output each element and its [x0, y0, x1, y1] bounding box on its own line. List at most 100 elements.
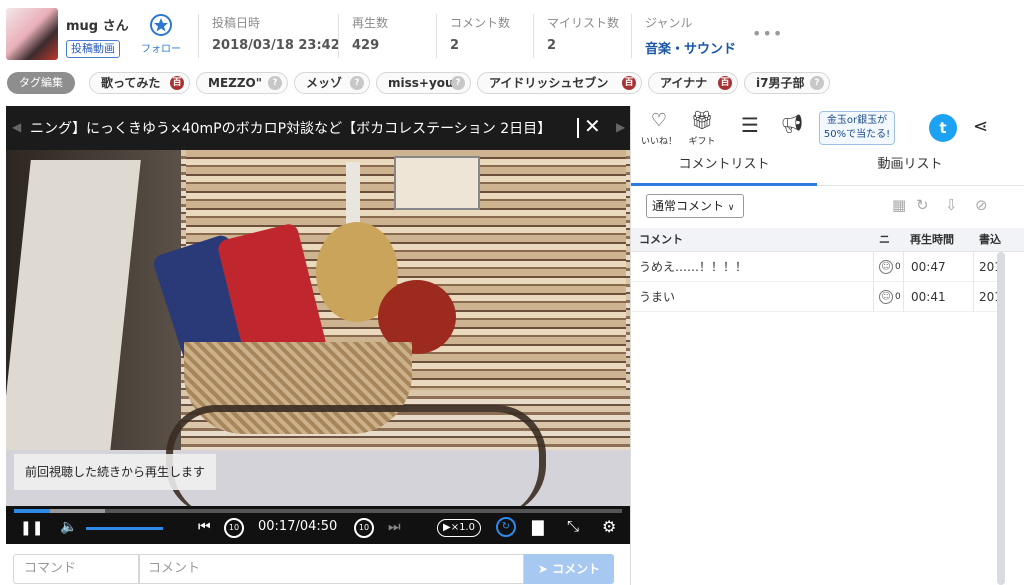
share-icon[interactable]: ⋖: [973, 116, 988, 137]
star-icon: [150, 14, 172, 36]
gift-icon: 🎁︎: [690, 110, 714, 131]
send-label: コメント: [552, 562, 601, 576]
loop-icon[interactable]: ↻: [496, 517, 516, 537]
dictionary-icon: ?: [350, 76, 364, 90]
stat-value: 429: [352, 38, 380, 53]
nicoru-smile-icon[interactable]: ☺: [879, 260, 893, 274]
user-name[interactable]: mug さん: [66, 15, 129, 34]
stat-label: マイリスト数: [547, 16, 620, 30]
tab-comment-list[interactable]: コメントリスト: [631, 150, 817, 186]
close-icon[interactable]: ✕: [584, 114, 601, 138]
like-button[interactable]: ♡ いいね！: [641, 106, 677, 148]
nicoru-count: 0: [895, 292, 901, 302]
chevron-right-icon[interactable]: ▶: [616, 120, 625, 134]
settings-gear-icon[interactable]: ⚙: [602, 517, 616, 536]
video-player: ◀ ニング】にっくきゆう×40mPのボカロP対談など【ボカコレステーション 2日…: [6, 106, 630, 544]
stat-label: ジャンル: [645, 16, 693, 30]
filter-value: 通常コメント: [652, 199, 725, 213]
gift-button[interactable]: 🎁︎ ギフト: [685, 106, 719, 148]
title-divider: [577, 118, 579, 138]
stat-value: 2: [450, 38, 460, 53]
twitter-icon[interactable]: t: [929, 114, 957, 142]
tag-item[interactable]: MEZZO" ?: [196, 72, 288, 94]
time-display: 00:17/04:50: [258, 519, 338, 534]
skip-end-icon[interactable]: ⏭: [388, 519, 401, 535]
comment-table-header: コメント ニ 再生時間 書込: [631, 228, 1024, 252]
video-content-poster: [394, 156, 480, 210]
comment-posted-at: 201: [979, 290, 997, 304]
col-play-time[interactable]: 再生時間: [910, 228, 972, 252]
comment-toggle-icon[interactable]: ▇: [532, 518, 544, 536]
seek-bar[interactable]: [14, 509, 622, 513]
genre-link[interactable]: 音楽・サウンド: [645, 38, 736, 57]
tab-video-list[interactable]: 動画リスト: [817, 150, 1003, 186]
panel-tabs: コメントリスト 動画リスト: [631, 150, 1024, 186]
comment-text: うまい: [639, 290, 676, 304]
like-label: いいね！: [641, 137, 678, 147]
fullscreen-icon[interactable]: ⤡: [567, 517, 579, 535]
comment-input[interactable]: コメント: [139, 554, 524, 584]
follow-button[interactable]: フォロー: [138, 14, 184, 55]
rewind-10-icon[interactable]: 10: [224, 518, 244, 538]
user-avatar[interactable]: [6, 8, 58, 60]
tag-item[interactable]: 歌ってみた 百: [89, 72, 190, 94]
tag-item[interactable]: i7男子部 ?: [744, 72, 830, 94]
comment-send-button[interactable]: ➤ コメント: [524, 554, 614, 584]
add-list-icon: ☰: [741, 113, 759, 137]
tag-item[interactable]: アイドリッシュセブン 百: [477, 72, 642, 94]
player-title-bar: ◀ ニング】にっくきゆう×40mPのボカロP対談など【ボカコレステーション 2日…: [6, 106, 630, 150]
nicoru-smile-icon[interactable]: ☺: [879, 290, 893, 304]
video-title: ニング】にっくきゆう×40mPのボカロP対談など【ボカコレステーション 2日目】: [30, 121, 552, 137]
posted-videos-badge[interactable]: 投稿動画: [66, 40, 120, 58]
volume-level: [86, 527, 163, 530]
col-posted[interactable]: 書込: [979, 228, 1009, 252]
block-comment-icon[interactable]: ⊘: [975, 196, 988, 214]
comment-posted-at: 201: [979, 260, 997, 274]
tag-item[interactable]: メッゾ ?: [294, 72, 370, 94]
scroll-lock-icon[interactable]: ⇩: [945, 196, 958, 214]
stat-label: コメント数: [450, 16, 511, 30]
stat-value: 2: [547, 38, 557, 53]
tag-label: MEZZO": [208, 76, 262, 90]
stat-value: 2018/03/18 23:42: [212, 38, 340, 53]
comment-row[interactable]: うめえ……！！！！ ☺ 0 00:47 201: [631, 252, 997, 282]
add-mylist-button[interactable]: ☰: [735, 106, 765, 148]
tag-edit-button[interactable]: タグ編集: [7, 72, 75, 94]
video-frame[interactable]: [6, 150, 630, 506]
nicoru-count: 0: [895, 262, 901, 272]
video-content-glasses: [166, 405, 546, 506]
calendar-icon[interactable]: ▦: [892, 196, 906, 214]
volume-slider[interactable]: [86, 527, 163, 530]
column-divider: [973, 252, 974, 312]
comment-filter-select[interactable]: 通常コメント ∨: [646, 194, 744, 218]
stat-views: 再生数 429: [338, 14, 388, 58]
megaphone-icon: 📢︎: [780, 114, 804, 135]
tag-item[interactable]: miss+you ?: [376, 72, 471, 94]
tag-label: 歌ってみた: [101, 76, 161, 90]
chevron-left-icon[interactable]: ◀: [12, 120, 21, 134]
lock-icon: 百: [622, 76, 636, 90]
resume-toast: 前回視聴した続きから再生します: [14, 454, 217, 490]
refresh-icon[interactable]: ↻: [916, 196, 929, 214]
command-input[interactable]: コマンド: [13, 554, 139, 584]
comment-play-time: 00:47: [911, 260, 946, 274]
comment-row[interactable]: うまい ☺ 0 00:41 201: [631, 282, 997, 312]
col-nicoru[interactable]: ニ: [879, 228, 901, 252]
tag-label: i7男子部: [756, 76, 805, 90]
stat-mylist: マイリスト数 2: [533, 14, 619, 58]
more-menu-icon[interactable]: •••: [752, 24, 783, 43]
stat-posted-at: 投稿日時 2018/03/18 23:42: [198, 14, 340, 58]
tag-label: アイドリッシュセブン: [489, 76, 609, 90]
forward-10-icon[interactable]: 10: [354, 518, 374, 538]
volume-icon[interactable]: 🔈: [60, 519, 77, 535]
comment-list-scrollbar[interactable]: [997, 252, 1005, 585]
skip-start-icon[interactable]: ⏮: [198, 519, 211, 535]
tag-item[interactable]: アイナナ 百: [648, 72, 738, 94]
playback-rate-button[interactable]: ▶×1.0: [437, 519, 481, 537]
dictionary-icon: ?: [268, 76, 282, 90]
stat-comments: コメント数 2: [436, 14, 510, 58]
promo-banner[interactable]: 金玉or銀玉が50%で当たる!: [819, 111, 895, 145]
pause-icon[interactable]: ❚❚: [20, 520, 43, 536]
col-comment[interactable]: コメント: [639, 228, 869, 252]
advertise-button[interactable]: 📢︎: [777, 106, 807, 148]
